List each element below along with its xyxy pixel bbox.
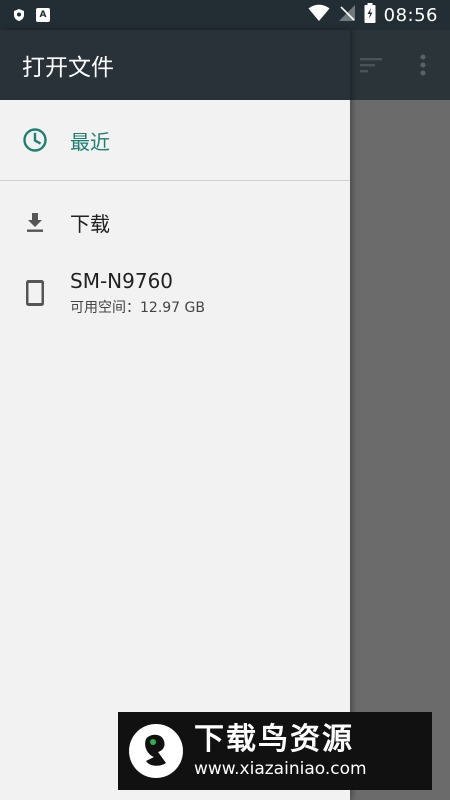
watermark-text: 下载鸟资源 www.xiazainiao.com <box>194 722 367 780</box>
watermark-url: www.xiazainiao.com <box>194 759 367 779</box>
status-time: 08:56 <box>383 4 438 26</box>
signal-icon <box>338 4 356 26</box>
overflow-menu-icon[interactable] <box>416 52 430 82</box>
drawer-item-label: SM-N9760 <box>70 269 174 293</box>
screen: A 08:56 打开文件 最近 下载 SM-N9760 可用空间：12.97 G… <box>0 0 450 800</box>
drawer-item-text: 下载 <box>70 208 110 237</box>
drawer-item-label: 下载 <box>70 211 110 236</box>
drawer-item-downloads[interactable]: 下载 <box>0 181 350 263</box>
navigation-drawer: 打开文件 最近 下载 SM-N9760 可用空间：12.97 GB <box>0 30 350 800</box>
drawer-item-text: 最近 <box>70 126 110 155</box>
watermark: 下载鸟资源 www.xiazainiao.com <box>118 712 432 790</box>
drawer-title: 打开文件 <box>22 55 114 81</box>
drawer-header: 打开文件 <box>0 30 350 100</box>
download-icon <box>22 209 48 235</box>
watermark-title: 下载鸟资源 <box>194 722 354 757</box>
drawer-item-label: 最近 <box>70 129 110 154</box>
bird-logo-icon <box>128 723 184 779</box>
status-left-icons: A <box>12 8 50 22</box>
drawer-item-text: SM-N9760 可用空间：12.97 GB <box>70 269 205 317</box>
sort-icon[interactable] <box>358 52 384 82</box>
status-right-icons: 08:56 <box>308 3 438 27</box>
drawer-item-subtitle: 可用空间：12.97 GB <box>70 300 205 316</box>
wifi-icon <box>308 4 330 26</box>
shield-icon <box>12 8 26 22</box>
clock-icon <box>22 127 48 153</box>
drawer-item-recent[interactable]: 最近 <box>0 100 350 180</box>
status-bar: A 08:56 <box>0 0 450 30</box>
battery-charging-icon <box>364 3 376 27</box>
background-toolbar <box>350 30 450 100</box>
drawer-item-device[interactable]: SM-N9760 可用空间：12.97 GB <box>0 263 350 323</box>
a-badge-icon: A <box>36 8 50 22</box>
phone-icon <box>22 280 48 306</box>
